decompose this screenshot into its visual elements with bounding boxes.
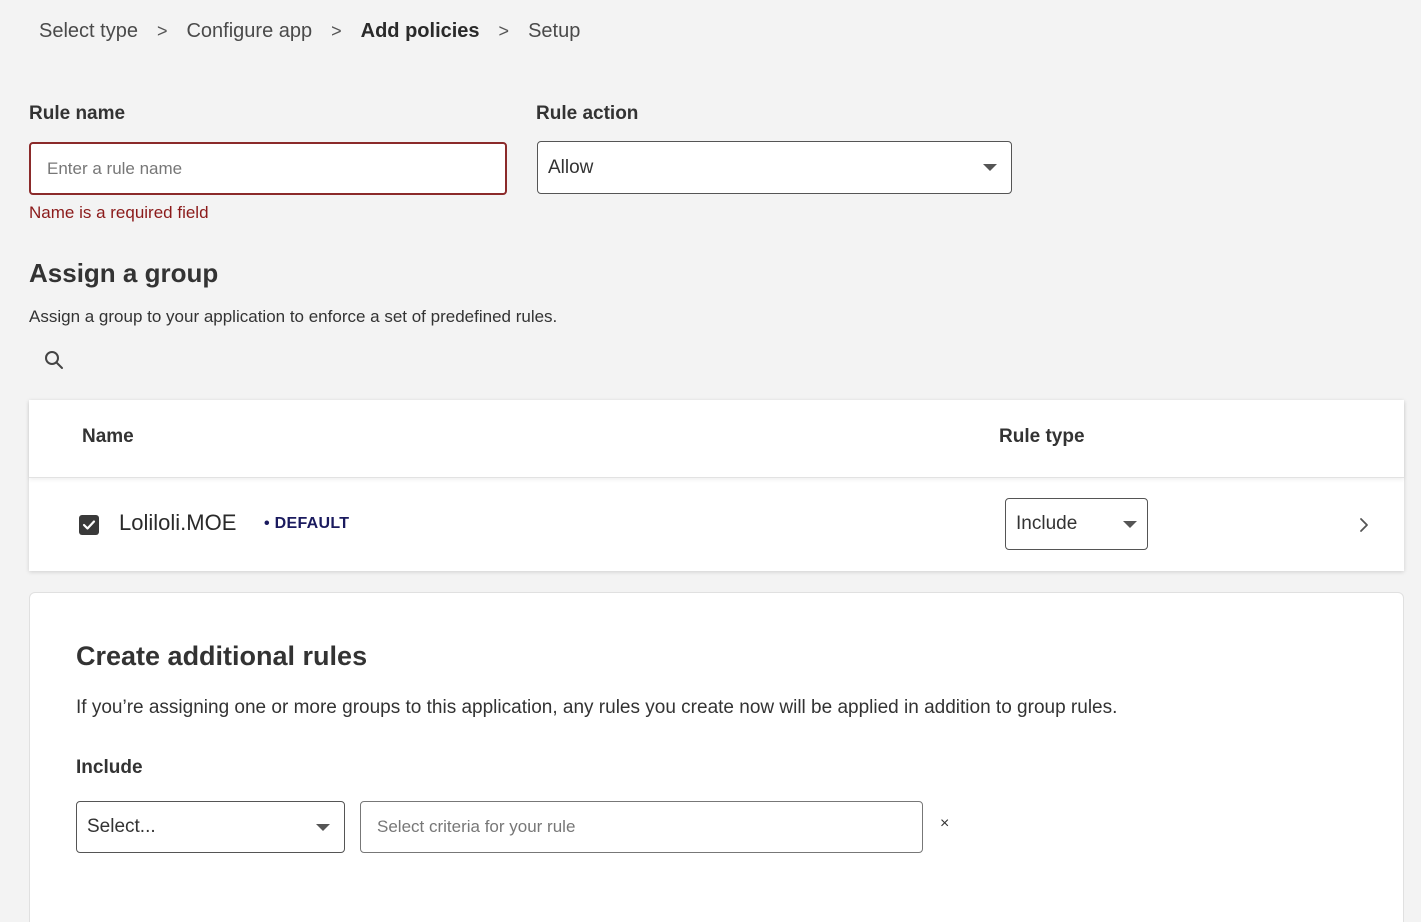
breadcrumb-item-configure-app[interactable]: Configure app: [186, 20, 312, 43]
chevron-right-icon[interactable]: [1356, 516, 1372, 534]
group-table: Name Rule type Loliloli.MOE • DEFAULT In…: [29, 400, 1404, 571]
caret-down-icon: [1123, 520, 1137, 528]
rule-type-select[interactable]: Include: [1005, 498, 1148, 550]
rule-type-value: Include: [1016, 513, 1078, 534]
breadcrumb-item-add-policies: Add policies: [360, 20, 480, 42]
breadcrumb: Select type > Configure app > Add polici…: [39, 20, 580, 43]
include-select[interactable]: Select...: [76, 801, 345, 853]
table-row[interactable]: Loliloli.MOE • DEFAULT Include: [29, 478, 1404, 571]
assign-group-title: Assign a group: [29, 258, 219, 288]
table-header: Name Rule type: [29, 400, 1404, 478]
column-header-rule-type[interactable]: Rule type: [999, 426, 1085, 448]
caret-down-icon: [983, 164, 997, 171]
rule-name-input[interactable]: [29, 142, 507, 195]
breadcrumb-separator: >: [498, 21, 510, 41]
group-name: Loliloli.MOE: [119, 510, 237, 535]
close-icon[interactable]: ×: [940, 815, 949, 833]
rule-action-value: Allow: [548, 156, 594, 178]
column-header-name[interactable]: Name: [82, 426, 134, 448]
include-select-value: Select...: [87, 816, 156, 837]
breadcrumb-separator: >: [156, 21, 168, 41]
caret-down-icon: [316, 823, 330, 831]
additional-rules-description: If you’re assigning one or more groups t…: [76, 697, 1118, 718]
search-icon[interactable]: [43, 349, 65, 371]
breadcrumb-separator: >: [331, 21, 342, 41]
default-badge: • DEFAULT: [264, 515, 350, 532]
assign-group-description: Assign a group to your application to en…: [29, 307, 558, 326]
rule-action-select[interactable]: Allow: [537, 141, 1012, 194]
breadcrumb-item-setup[interactable]: Setup: [528, 20, 580, 43]
check-icon: [82, 520, 96, 530]
additional-rules-title: Create additional rules: [76, 641, 368, 671]
rule-name-error: Name is a required field: [29, 203, 209, 222]
rule-name-label: Rule name: [29, 103, 126, 124]
rule-action-label: Rule action: [536, 103, 639, 124]
include-label: Include: [76, 757, 143, 778]
row-checkbox[interactable]: [79, 515, 99, 535]
breadcrumb-item-select-type[interactable]: Select type: [39, 20, 138, 43]
criteria-input[interactable]: [360, 801, 923, 853]
additional-rules-card: Create additional rules If you’re assign…: [29, 592, 1404, 922]
